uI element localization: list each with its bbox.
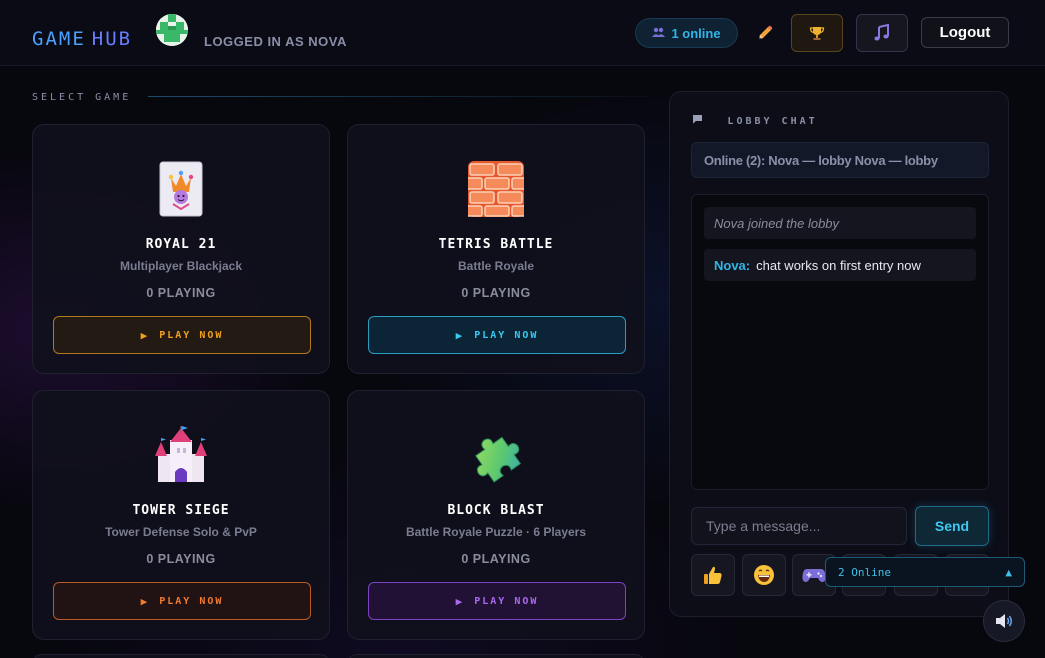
game-controller-icon xyxy=(802,569,826,582)
speaker-icon xyxy=(996,614,1012,628)
music-toggle-button[interactable] xyxy=(856,14,908,52)
play-icon: ▶ xyxy=(455,328,465,342)
game-subtitle: Battle Royale xyxy=(457,259,535,273)
send-button[interactable]: Send xyxy=(915,506,989,546)
pixel-avatar-icon xyxy=(156,14,188,46)
play-now-label: PLAY NOW xyxy=(474,595,539,607)
play-now-label: PLAY NOW xyxy=(159,329,224,341)
message-text: chat works on first entry now xyxy=(756,258,921,273)
play-now-button[interactable]: ▶ PLAY NOW xyxy=(368,582,626,620)
logged-in-label: LOGGED IN AS NOVA xyxy=(204,34,347,49)
castle-icon xyxy=(151,425,211,485)
game-card-royal-21[interactable]: ROYAL 21 Multiplayer Blackjack 0 PLAYING… xyxy=(32,124,330,374)
system-message: Nova joined the lobby xyxy=(704,207,976,239)
play-now-label: PLAY NOW xyxy=(474,329,539,341)
game-subtitle: Battle Royale Puzzle · 6 Players xyxy=(405,525,587,539)
player-count: 0 PLAYING xyxy=(461,286,531,300)
sound-toggle-button[interactable] xyxy=(983,600,1025,642)
edit-profile-button[interactable] xyxy=(752,20,778,46)
chat-title: LOBBY CHAT xyxy=(692,114,818,127)
player-count: 0 PLAYING xyxy=(461,552,531,566)
game-title: ROYAL 21 xyxy=(145,237,217,252)
online-users-toggle[interactable]: 2 Online ▲ xyxy=(825,557,1025,587)
top-header: GAME HUB LOGGED IN AS NOVA 1 online Logo… xyxy=(0,0,1045,66)
online-count-text: 1 online xyxy=(671,25,721,41)
logo-hub: HUB xyxy=(91,28,133,50)
joker-card-icon xyxy=(151,159,211,219)
chat-message-input[interactable] xyxy=(691,507,907,545)
player-count: 0 PLAYING xyxy=(146,552,216,566)
chat-messages[interactable]: Nova joined the lobby Nova: chat works on… xyxy=(691,194,989,490)
online-users-list: Online (2): Nova — lobby Nova — lobby xyxy=(691,142,989,178)
chat-title-text: LOBBY CHAT xyxy=(727,116,818,127)
select-game-heading: SELECT GAME xyxy=(32,92,132,103)
music-note-icon xyxy=(874,24,889,41)
game-card-tower-siege[interactable]: TOWER SIEGE Tower Defense Solo & PvP 0 P… xyxy=(32,390,330,640)
play-icon: ▶ xyxy=(140,594,150,608)
play-icon: ▶ xyxy=(455,594,465,608)
game-card-partial xyxy=(32,654,330,658)
game-card-tetris-battle[interactable]: TETRIS BATTLE Battle Royale 0 PLAYING ▶ … xyxy=(347,124,645,374)
game-subtitle: Multiplayer Blackjack xyxy=(119,259,243,273)
puzzle-piece-icon xyxy=(466,425,526,485)
play-icon: ▶ xyxy=(140,328,150,342)
section-divider xyxy=(148,96,648,97)
grinning-face-icon xyxy=(754,565,774,585)
logout-button[interactable]: Logout xyxy=(921,17,1009,48)
app-logo[interactable]: GAME HUB xyxy=(32,28,132,50)
thumbs-up-icon xyxy=(704,566,722,584)
online-count-badge[interactable]: 1 online xyxy=(635,18,738,48)
emoji-grin-button[interactable] xyxy=(742,554,786,596)
people-icon xyxy=(652,27,666,40)
play-now-label: PLAY NOW xyxy=(159,595,224,607)
game-title: TETRIS BATTLE xyxy=(438,237,554,252)
play-now-button[interactable]: ▶ PLAY NOW xyxy=(368,316,626,354)
chevron-up-icon: ▲ xyxy=(1005,565,1012,579)
emoji-thumbs-up-button[interactable] xyxy=(691,554,735,596)
logo-game: GAME xyxy=(32,28,86,50)
player-count: 0 PLAYING xyxy=(146,286,216,300)
game-subtitle: Tower Defense Solo & PvP xyxy=(105,525,257,539)
lobby-chat-panel: LOBBY CHAT Online (2): Nova — lobby Nova… xyxy=(669,91,1009,617)
game-card-partial xyxy=(347,654,645,658)
avatar[interactable] xyxy=(156,14,188,46)
pencil-icon xyxy=(759,25,773,39)
chat-message: Nova: chat works on first entry now xyxy=(704,249,976,281)
online-users-toggle-label: 2 Online xyxy=(838,565,891,579)
play-now-button[interactable]: ▶ PLAY NOW xyxy=(53,582,311,620)
game-title: TOWER SIEGE xyxy=(132,503,230,518)
speech-bubble-icon xyxy=(692,115,711,127)
trophy-icon xyxy=(809,27,825,40)
play-now-button[interactable]: ▶ PLAY NOW xyxy=(53,316,311,354)
brick-icon xyxy=(466,159,526,219)
leaderboard-button[interactable] xyxy=(791,14,843,52)
game-title: BLOCK BLAST xyxy=(447,503,545,518)
game-card-block-blast[interactable]: BLOCK BLAST Battle Royale Puzzle · 6 Pla… xyxy=(347,390,645,640)
message-author: Nova: xyxy=(714,258,751,273)
